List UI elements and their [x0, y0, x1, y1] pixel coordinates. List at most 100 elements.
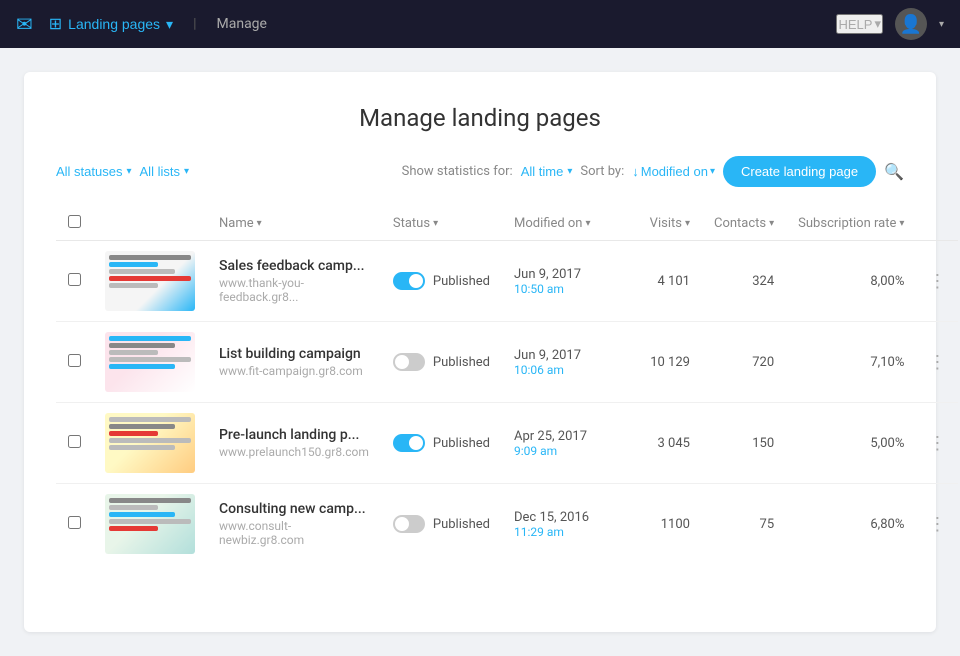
visits-cell: 1100: [622, 484, 702, 565]
table-row: Pre-launch landing p... www.prelaunch150…: [56, 403, 958, 484]
subscription-rate-sort[interactable]: Subscription rate ▾: [798, 216, 904, 231]
modified-sort-caret: ▾: [586, 218, 591, 229]
status-toggle[interactable]: [393, 353, 425, 371]
all-statuses-filter[interactable]: All statuses ▾: [56, 164, 132, 179]
campaign-url: www.fit-campaign.gr8.com: [219, 364, 369, 378]
all-lists-filter[interactable]: All lists ▾: [140, 164, 189, 179]
sort-label: Sort by:: [580, 164, 624, 179]
date-time: 9:09 am: [514, 444, 610, 458]
row-checkbox-2[interactable]: [68, 354, 81, 367]
name-cell: Sales feedback camp... www.thank-you-fee…: [207, 241, 381, 322]
modified-sort[interactable]: Modified on ▾: [514, 216, 591, 231]
actions-cell: ⋮: [916, 403, 958, 484]
date-main: Apr 25, 2017: [514, 429, 610, 444]
more-actions-button[interactable]: ⋮: [928, 515, 946, 533]
avatar[interactable]: 👤: [895, 8, 927, 40]
select-all-header: [56, 207, 93, 241]
select-all-checkbox[interactable]: [68, 215, 81, 228]
name-sort[interactable]: Name ▾: [219, 216, 262, 231]
thumb-line: [109, 431, 158, 436]
status-header: Status ▾: [381, 207, 502, 241]
thumb-line: [109, 269, 175, 274]
visits-sort-caret: ▾: [685, 218, 690, 229]
row-checkbox-4[interactable]: [68, 516, 81, 529]
more-actions-button[interactable]: ⋮: [928, 272, 946, 290]
row-checkbox-cell: [56, 484, 93, 565]
contacts-header: Contacts ▾: [702, 207, 786, 241]
subscription-rate-header: Subscription rate ▾: [786, 207, 916, 241]
contacts-cell: 324: [702, 241, 786, 322]
modified-on-header: Modified on ▾: [502, 207, 622, 241]
sort-filter[interactable]: ↓ Modified on ▾: [632, 164, 715, 179]
status-toggle[interactable]: [393, 272, 425, 290]
row-checkbox-1[interactable]: [68, 273, 81, 286]
thumbnail-cell: [93, 484, 207, 565]
actions-cell: ⋮: [916, 322, 958, 403]
sort-icon: ↓: [632, 164, 639, 179]
row-checkbox-cell: [56, 403, 93, 484]
filter-bar-center: Show statistics for: All time ▾ Sort by:…: [402, 156, 904, 187]
time-range-filter[interactable]: All time ▾: [521, 164, 573, 179]
date-time: 11:29 am: [514, 525, 610, 539]
campaign-name[interactable]: List building campaign: [219, 346, 369, 362]
campaign-name[interactable]: Consulting new camp...: [219, 501, 369, 517]
thumbnail-image: [105, 494, 195, 554]
date-cell: Jun 9, 2017 10:06 am: [502, 322, 622, 403]
help-button[interactable]: HELP ▾: [836, 14, 883, 34]
campaign-name[interactable]: Pre-launch landing p...: [219, 427, 369, 443]
visits-cell: 10 129: [622, 322, 702, 403]
create-landing-page-button[interactable]: Create landing page: [723, 156, 876, 187]
toggle-knob: [395, 355, 409, 369]
thumb-line: [109, 364, 175, 369]
campaign-name[interactable]: Sales feedback camp...: [219, 258, 369, 274]
thumb-line: [109, 438, 191, 443]
status-toggle[interactable]: [393, 434, 425, 452]
thumbnail-cell: [93, 403, 207, 484]
visits-sort[interactable]: Visits ▾: [650, 216, 690, 231]
thumb-line: [109, 417, 191, 422]
thumbnail-image: [105, 332, 195, 392]
email-icon: ✉: [16, 12, 33, 36]
campaign-url: www.thank-you-feedback.gr8...: [219, 276, 369, 304]
status-sort[interactable]: Status ▾: [393, 216, 438, 231]
thumb-line: [109, 336, 191, 341]
thumb-line: [109, 526, 158, 531]
status-sort-caret: ▾: [433, 218, 438, 229]
date-cell: Dec 15, 2016 11:29 am: [502, 484, 622, 565]
nav-divider: |: [193, 16, 196, 32]
thumb-line: [109, 276, 191, 281]
actions-cell: ⋮: [916, 241, 958, 322]
date-cell: Jun 9, 2017 10:50 am: [502, 241, 622, 322]
thumb-line: [109, 445, 175, 450]
row-checkbox-3[interactable]: [68, 435, 81, 448]
app-switcher-button[interactable]: ⊞ Landing pages ▾: [49, 14, 173, 34]
row-checkbox-cell: [56, 241, 93, 322]
table-row: Sales feedback camp... www.thank-you-fee…: [56, 241, 958, 322]
contacts-cell: 720: [702, 322, 786, 403]
more-actions-button[interactable]: ⋮: [928, 434, 946, 452]
visits-header: Visits ▾: [622, 207, 702, 241]
status-badge: Published: [393, 434, 490, 452]
lists-caret: ▾: [184, 166, 189, 177]
status-toggle[interactable]: [393, 515, 425, 533]
time-caret: ▾: [567, 166, 572, 177]
thumb-line: [109, 519, 191, 524]
name-cell: List building campaign www.fit-campaign.…: [207, 322, 381, 403]
date-time: 10:50 am: [514, 282, 610, 296]
grid-icon: ⊞: [49, 14, 62, 34]
toggle-knob: [395, 517, 409, 531]
visits-cell: 4 101: [622, 241, 702, 322]
filter-bar: All statuses ▾ All lists ▾ Show statisti…: [56, 156, 904, 187]
topnav-right: HELP ▾ 👤 ▾: [836, 8, 944, 40]
status-text: Published: [433, 436, 490, 451]
thumb-line: [109, 350, 158, 355]
name-cell: Pre-launch landing p... www.prelaunch150…: [207, 403, 381, 484]
thumbnail-cell: [93, 241, 207, 322]
search-button[interactable]: 🔍: [884, 162, 904, 182]
more-actions-button[interactable]: ⋮: [928, 353, 946, 371]
sort-caret: ▾: [710, 166, 715, 177]
status-cell: Published: [381, 322, 502, 403]
contacts-sort[interactable]: Contacts ▾: [714, 216, 774, 231]
campaign-url: www.prelaunch150.gr8.com: [219, 445, 369, 459]
thumb-line: [109, 505, 158, 510]
